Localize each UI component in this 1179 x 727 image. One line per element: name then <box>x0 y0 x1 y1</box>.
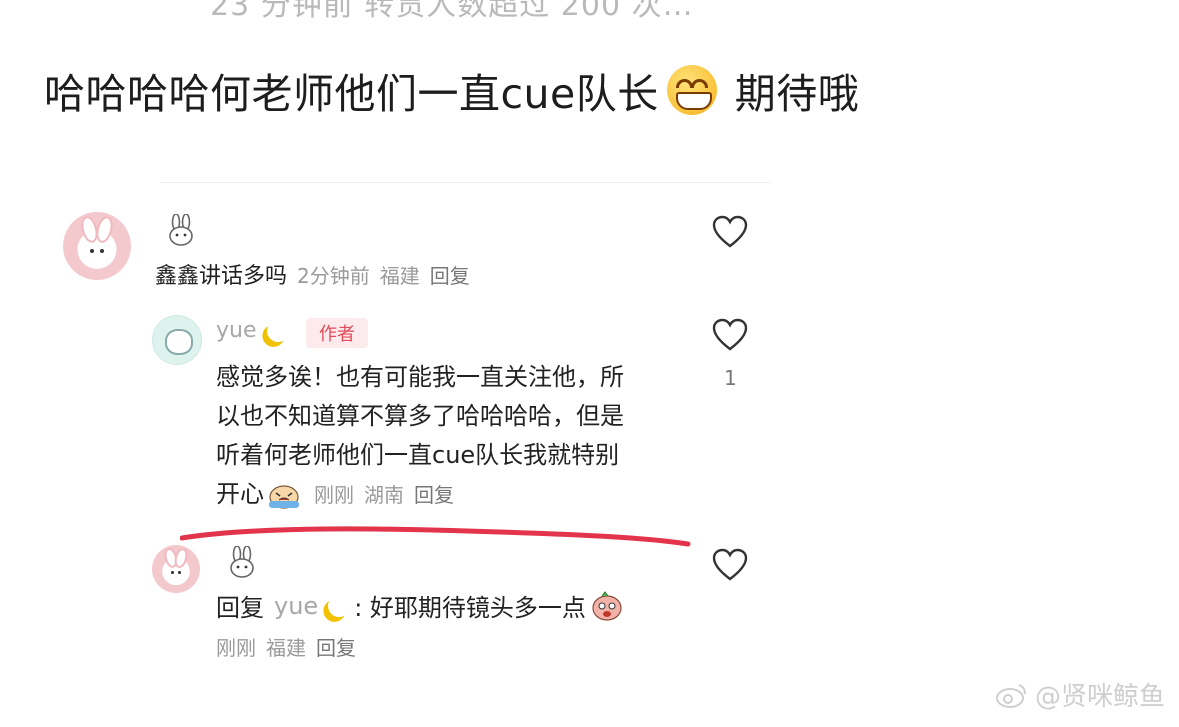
post-text-main: 哈哈哈哈何老师他们一直cue队长 <box>44 70 659 118</box>
reply-line: 听着何老师他们一直cue队长我就特别 <box>216 441 620 469</box>
reply-line: 感觉多诶！也有可能我一直关注他，所 <box>216 363 624 391</box>
reply-location: 湖南 <box>364 483 404 507</box>
bunny-icon <box>229 546 255 578</box>
comment-text: 鑫鑫讲话多吗 2分钟前 福建 回复 <box>155 258 480 290</box>
post-text-tail: 期待哦 <box>734 70 860 118</box>
reply-line: 以也不知道算不算多了哈哈哈哈，但是 <box>216 402 624 430</box>
username-text: yue <box>216 318 257 343</box>
nested-reply-meta: 刚刚 福建 回复 <box>216 632 366 661</box>
post-text: 哈哈哈哈何老师他们一直cue队长 期待哦 <box>44 60 859 120</box>
crying-emoji-icon <box>269 485 299 509</box>
nested-reply-time: 刚刚 <box>216 636 256 660</box>
watermark-text: @贤咪鲸鱼 <box>1034 682 1165 712</box>
comment-location: 福建 <box>379 264 420 288</box>
reply-line: 开心 刚刚 湖南 回复 <box>216 475 696 515</box>
reply-line-text: 开心 <box>216 480 264 508</box>
comment-time: 2分钟前 <box>297 264 370 288</box>
grin-icon <box>666 65 717 115</box>
heart-icon[interactable] <box>712 215 748 249</box>
reply-body: 感觉多诶！也有可能我一直关注他，所 以也不知道算不算多了哈哈哈哈，但是 听着何老… <box>216 358 696 515</box>
nested-reply-body: : 好耶期待镜头多一点 <box>354 594 586 622</box>
red-underline-annotation <box>180 526 691 547</box>
username[interactable]: yue <box>216 318 289 343</box>
heart-icon[interactable] <box>712 318 748 352</box>
comment-meta: 2分钟前 福建 回复 <box>297 264 480 288</box>
moon-icon <box>325 591 353 619</box>
nested-reply-text: 回复 yue : 好耶期待镜头多一点 <box>216 588 624 623</box>
avatar[interactable] <box>63 212 131 280</box>
avatar[interactable] <box>152 315 202 365</box>
nested-reply-location: 福建 <box>266 636 306 660</box>
heart-icon[interactable] <box>712 548 748 582</box>
reply-target[interactable]: yue <box>274 592 350 620</box>
faded-caption: 23 分钟前 转贯人数超过 200 次… <box>210 0 694 23</box>
moon-icon <box>263 316 291 344</box>
like-count: 1 <box>724 366 737 390</box>
crying-emoji-icon <box>592 590 622 621</box>
reply-prefix: 回复 <box>216 594 264 622</box>
reply-time: 刚刚 <box>314 483 354 507</box>
reply-button[interactable]: 回复 <box>430 264 470 288</box>
reply-button[interactable]: 回复 <box>414 483 454 507</box>
author-badge: 作者 <box>306 318 368 348</box>
divider <box>160 182 770 183</box>
comment-body: 鑫鑫讲话多吗 <box>155 264 288 289</box>
watermark: @贤咪鲸鱼 <box>995 676 1165 713</box>
avatar[interactable] <box>152 545 200 593</box>
weibo-logo-icon <box>995 683 1026 708</box>
reply-target-name: yue <box>274 591 319 620</box>
reply-meta: 刚刚 湖南 回复 <box>314 483 464 507</box>
bunny-icon <box>168 214 194 246</box>
reply-button[interactable]: 回复 <box>316 636 356 660</box>
